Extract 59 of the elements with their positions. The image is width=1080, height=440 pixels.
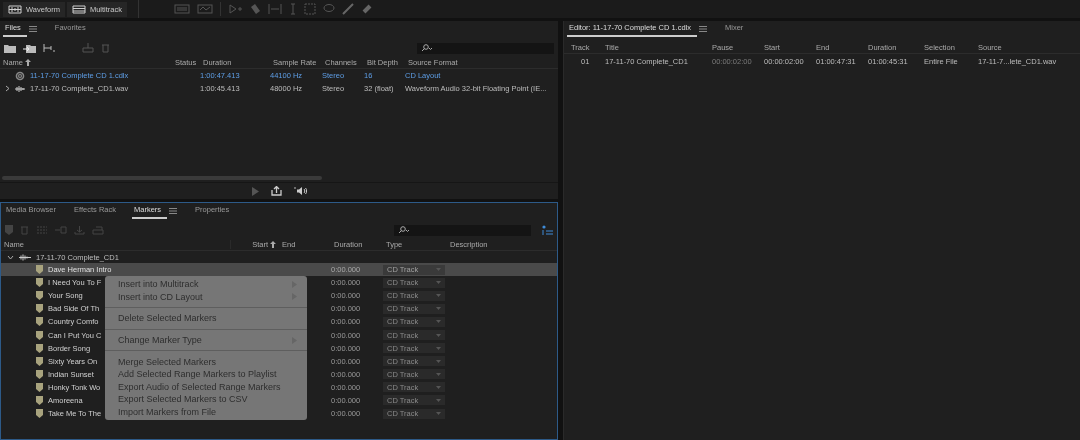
insert-icon[interactable] [43, 43, 55, 53]
marker-icon [36, 396, 43, 405]
caret-icon [436, 307, 441, 311]
speaker-icon[interactable] [294, 186, 307, 196]
marker-icon [36, 278, 43, 288]
caret-icon [436, 399, 441, 402]
time-select-icon[interactable] [289, 3, 297, 15]
waveform-icon [8, 4, 22, 14]
brush-icon[interactable] [342, 3, 354, 15]
search-icon [421, 44, 433, 52]
spectral-icon[interactable] [174, 4, 190, 14]
marker-icon [36, 356, 43, 366]
caret-icon [436, 412, 441, 416]
marker-icon[interactable] [5, 225, 13, 235]
marker-icon [36, 317, 43, 327]
waveform-icon [19, 253, 31, 261]
import-icon[interactable] [23, 43, 36, 53]
menu-icon[interactable] [28, 26, 37, 32]
marker-icon [36, 343, 43, 353]
folder-icon[interactable] [4, 43, 16, 53]
waveform-icon [15, 83, 25, 94]
list-icon[interactable] [542, 224, 553, 236]
caret-icon [436, 320, 441, 324]
download-icon[interactable] [74, 225, 85, 235]
search-icon [398, 226, 410, 234]
slip-tool-icon[interactable] [268, 3, 282, 15]
search-field[interactable] [417, 42, 554, 54]
trash-icon[interactable] [20, 225, 29, 235]
caret-icon [436, 372, 441, 376]
marker-icon [36, 265, 43, 275]
caret-icon [436, 359, 441, 363]
caret-icon [436, 281, 441, 285]
export-icon[interactable] [271, 186, 282, 196]
expand-icon[interactable] [5, 85, 10, 92]
caret-icon [436, 333, 441, 337]
menu-icon[interactable] [699, 26, 707, 32]
caret-icon [436, 385, 441, 389]
sort-icon [270, 240, 276, 248]
marker-icon [36, 291, 43, 301]
lasso-icon[interactable] [323, 3, 335, 15]
menu-icon[interactable] [169, 208, 178, 214]
caret-icon [436, 294, 441, 298]
marker-icon [36, 304, 43, 314]
marker-icon [36, 382, 43, 392]
marker-icon [36, 409, 43, 419]
disc-icon [15, 70, 25, 81]
marquee-icon[interactable] [304, 3, 316, 15]
trash-icon[interactable] [101, 43, 110, 53]
caret-icon [436, 346, 441, 350]
sort-icon [25, 58, 31, 66]
expand-icon[interactable] [7, 254, 14, 260]
marker-icon [36, 330, 43, 340]
marker-icon [36, 369, 43, 379]
move-tool-icon[interactable] [228, 3, 242, 15]
search-field[interactable] [394, 224, 531, 236]
multitrack-icon [71, 4, 86, 14]
play-icon[interactable] [251, 186, 259, 196]
pitch-icon[interactable] [197, 4, 213, 14]
tray-icon[interactable] [82, 43, 94, 53]
